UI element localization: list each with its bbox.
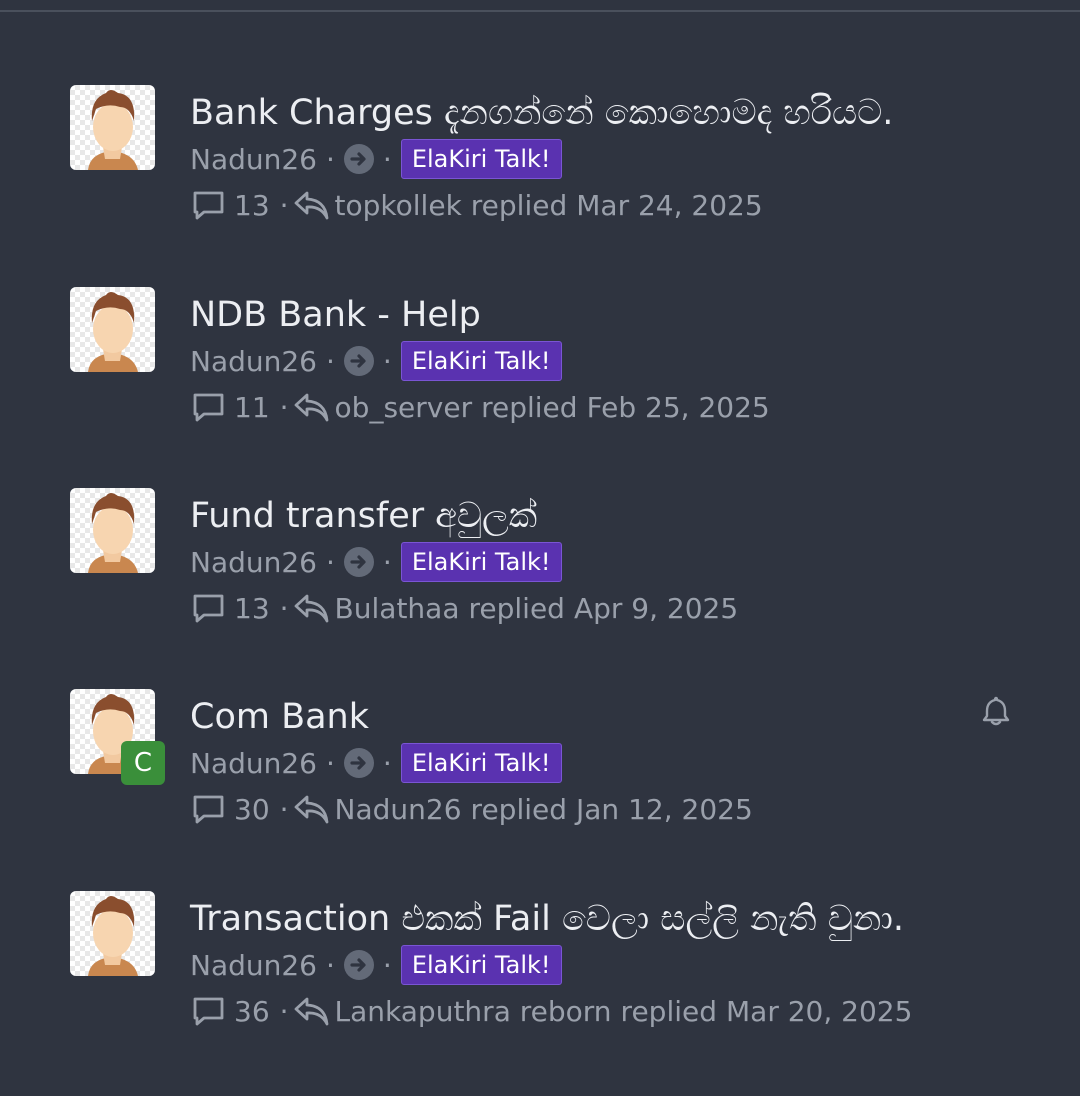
forum-tag[interactable]: ElaKiri Talk! — [400, 945, 562, 985]
separator: · — [326, 948, 335, 982]
last-poster-link[interactable]: Lankaputhra reborn — [335, 995, 612, 1028]
comment-icon — [193, 191, 224, 220]
thread-stats: 30 · Nadun26 replied Jan 12, 2025 — [192, 789, 753, 829]
thread-item: Transaction එකක් Fail වෙලා සල්ලි නැති වු… — [0, 891, 1080, 1061]
forum-tag[interactable]: ElaKiri Talk! — [400, 341, 562, 381]
thread-title-link[interactable]: Fund transfer අවුලක් — [190, 494, 537, 538]
thread-meta: Nadun26 · · ElaKiri Talk! — [190, 945, 562, 985]
reply-icon — [294, 594, 328, 623]
thread-item: Bank Charges දැනගන්නේ කොහොමද හරියට. Nadu… — [0, 85, 1080, 255]
reply-count: 36 — [234, 994, 270, 1028]
thread-list: Bank Charges දැනගන්නේ කොහොමද හරියට. Nadu… — [0, 0, 1080, 1096]
separator: · — [382, 746, 392, 780]
separator: · — [326, 746, 335, 780]
separator: · — [382, 344, 392, 378]
reply-count: 11 — [234, 390, 270, 424]
arrow-right-circle-icon — [343, 748, 374, 778]
separator: · — [326, 344, 335, 378]
reply-icon — [294, 997, 328, 1026]
author-link[interactable]: Nadun26 — [190, 143, 317, 176]
reply-icon — [294, 393, 328, 422]
thread-meta: Nadun26 · · ElaKiri Talk! — [190, 341, 562, 381]
thread-stats: 36 · Lankaputhra reborn replied Mar 20, … — [192, 991, 912, 1031]
arrow-right-circle-icon — [343, 950, 374, 980]
thread-stats: 13 · topkollek replied Mar 24, 2025 — [192, 185, 763, 225]
last-reply-date[interactable]: Feb 25, 2025 — [587, 391, 770, 424]
last-reply-date[interactable]: Mar 20, 2025 — [726, 995, 912, 1028]
thread-title-link[interactable]: Bank Charges දැනගන්නේ කොහොමද හරියට. — [190, 91, 893, 135]
arrow-right-circle-icon — [343, 144, 374, 174]
forum-tag[interactable]: ElaKiri Talk! — [400, 743, 562, 783]
last-poster-link[interactable]: Bulathaa — [335, 592, 460, 625]
replied-label: replied — [470, 188, 568, 222]
avatar[interactable] — [70, 488, 155, 573]
avatar-person-icon — [88, 90, 138, 170]
arrow-right-circle-icon — [343, 547, 374, 577]
reply-count: 13 — [234, 591, 270, 625]
replied-label: replied — [620, 994, 718, 1028]
separator: · — [326, 142, 335, 176]
separator: · — [279, 188, 289, 222]
thread-meta: Nadun26 · · ElaKiri Talk! — [190, 139, 562, 179]
avatar-person-icon — [88, 292, 138, 372]
replied-label: replied — [481, 390, 578, 424]
separator: · — [382, 545, 392, 579]
separator: · — [279, 792, 289, 826]
separator: · — [279, 591, 289, 625]
last-poster-link[interactable]: Nadun26 — [335, 793, 462, 826]
forum-tag[interactable]: ElaKiri Talk! — [400, 139, 562, 179]
replied-label: replied — [468, 591, 565, 625]
thread-title-link[interactable]: NDB Bank - Help — [190, 293, 481, 337]
thread-stats: 11 · ob_server replied Feb 25, 2025 — [192, 387, 770, 427]
separator: · — [279, 994, 289, 1028]
last-reply-date[interactable]: Jan 12, 2025 — [576, 793, 753, 826]
comment-icon — [193, 997, 224, 1026]
reply-count: 13 — [234, 188, 270, 222]
thread-stats: 13 · Bulathaa replied Apr 9, 2025 — [192, 588, 738, 628]
bell-icon[interactable] — [980, 695, 1012, 727]
avatar-badge: C — [121, 741, 165, 785]
thread-title-link[interactable]: Transaction එකක් Fail වෙලා සල්ලි නැති වු… — [190, 897, 904, 941]
avatar-person-icon — [88, 896, 138, 976]
reply-icon — [294, 795, 328, 824]
separator: · — [382, 948, 392, 982]
comment-icon — [193, 795, 224, 824]
comment-icon — [193, 393, 224, 422]
last-poster-link[interactable]: topkollek — [335, 189, 462, 222]
thread-meta: Nadun26 · · ElaKiri Talk! — [190, 542, 562, 582]
reply-count: 30 — [234, 792, 270, 826]
author-link[interactable]: Nadun26 — [190, 949, 317, 982]
thread-title-link[interactable]: Com Bank — [190, 695, 369, 739]
author-link[interactable]: Nadun26 — [190, 546, 317, 579]
avatar[interactable] — [70, 287, 155, 372]
author-link[interactable]: Nadun26 — [190, 345, 317, 378]
last-poster-link[interactable]: ob_server — [335, 391, 473, 424]
reply-icon — [294, 191, 328, 220]
separator: · — [279, 390, 289, 424]
forum-tag[interactable]: ElaKiri Talk! — [400, 542, 562, 582]
comment-icon — [193, 594, 224, 623]
thread-item: C Com Bank Nadun26 · · ElaKiri Talk! 30 … — [0, 689, 1080, 859]
thread-item: NDB Bank - Help Nadun26 · · ElaKiri Talk… — [0, 287, 1080, 457]
avatar[interactable] — [70, 85, 155, 170]
last-reply-date[interactable]: Apr 9, 2025 — [574, 592, 738, 625]
avatar[interactable] — [70, 891, 155, 976]
arrow-right-circle-icon — [343, 346, 374, 376]
last-reply-date[interactable]: Mar 24, 2025 — [576, 189, 762, 222]
avatar-person-icon — [88, 493, 138, 573]
replied-label: replied — [470, 792, 568, 826]
author-link[interactable]: Nadun26 — [190, 747, 317, 780]
separator: · — [382, 142, 392, 176]
thread-item: Fund transfer අවුලක් Nadun26 · · ElaKiri… — [0, 488, 1080, 658]
thread-meta: Nadun26 · · ElaKiri Talk! — [190, 743, 562, 783]
separator: · — [326, 545, 335, 579]
